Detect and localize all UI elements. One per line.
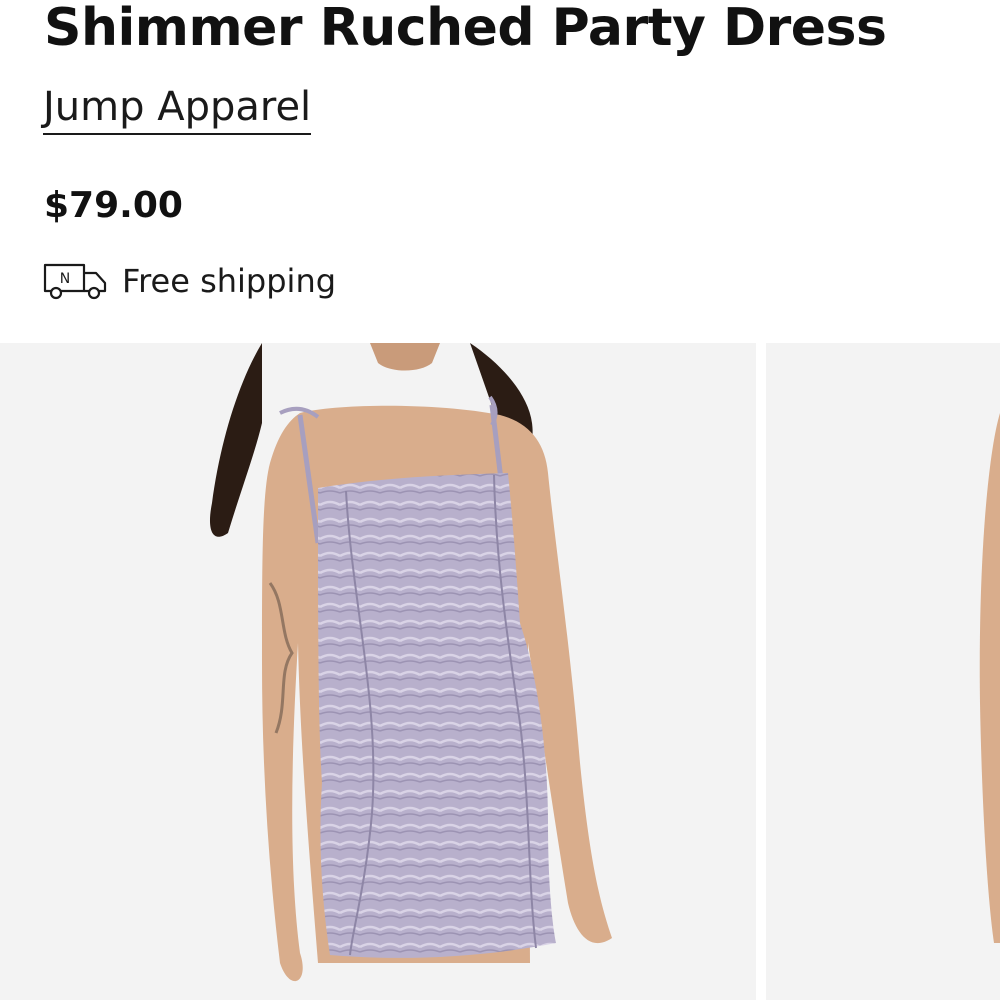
shipping-label: Free shipping: [122, 262, 337, 300]
delivery-truck-icon: N: [42, 261, 108, 301]
product-title: Shimmer Ruched Party Dress: [44, 0, 887, 58]
product-price: $79.00: [44, 185, 183, 226]
brand-link[interactable]: Jump Apparel: [43, 82, 312, 135]
shipping-info: N Free shipping: [42, 258, 336, 304]
truck-icon-badge: N: [60, 271, 70, 287]
product-image-next[interactable]: [766, 343, 1000, 1000]
product-image-main[interactable]: [0, 343, 756, 1000]
product-gallery: [0, 343, 1000, 1000]
